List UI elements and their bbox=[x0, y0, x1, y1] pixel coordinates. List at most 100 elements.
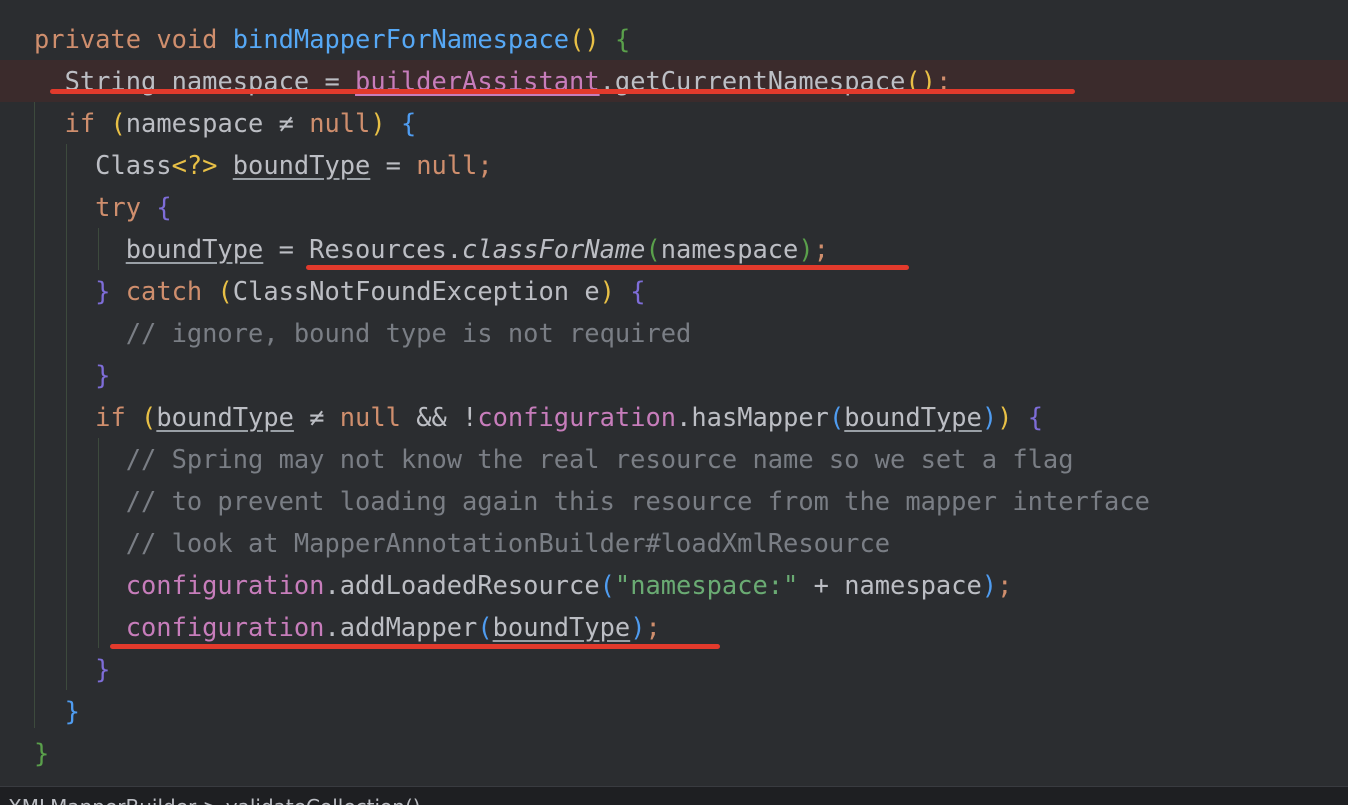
status-bar: XMLMapperBuilder > validateCollection() bbox=[0, 786, 1348, 805]
code-token: ClassNotFoundException e bbox=[232, 276, 600, 306]
code-line[interactable]: configuration.addMapper(boundType); bbox=[0, 606, 1348, 648]
code-editor[interactable]: private void bindMapperForNamespace() { … bbox=[0, 0, 1348, 786]
code-line[interactable]: } bbox=[0, 690, 1348, 732]
code-token: null bbox=[309, 108, 371, 138]
code-token: .addLoadedResource bbox=[324, 570, 600, 600]
code-line[interactable]: String namespace = builderAssistant.getC… bbox=[0, 60, 1348, 102]
code-token: configuration bbox=[477, 402, 677, 432]
code-token: Class bbox=[95, 150, 172, 180]
code-token: namespace bbox=[125, 108, 264, 138]
code-token: } bbox=[64, 696, 80, 726]
code-token: ( bbox=[599, 570, 615, 600]
code-token: ( bbox=[141, 402, 157, 432]
code-token: try bbox=[95, 192, 142, 222]
code-line[interactable]: } bbox=[0, 648, 1348, 690]
code-line[interactable]: boundType = Resources.classForName(names… bbox=[0, 228, 1348, 270]
code-token: ; bbox=[813, 234, 829, 264]
code-token: = bbox=[370, 150, 417, 180]
code-token: ( bbox=[477, 612, 493, 642]
code-token: if bbox=[95, 402, 126, 432]
indent-guide bbox=[34, 102, 35, 728]
code-token: { bbox=[1027, 402, 1044, 432]
code-token: } bbox=[34, 738, 50, 768]
red-underline-annotation bbox=[110, 644, 720, 649]
code-line[interactable]: // to prevent loading again this resourc… bbox=[0, 480, 1348, 522]
code-token: void bbox=[156, 24, 218, 54]
code-token: boundType bbox=[844, 402, 982, 432]
code-token: "namespace:" bbox=[614, 570, 799, 600]
code-token: // ignore, bound type is not required bbox=[125, 318, 692, 348]
code-token: classForName bbox=[462, 234, 646, 264]
code-token: null bbox=[339, 402, 401, 432]
code-line[interactable]: // ignore, bound type is not required bbox=[0, 312, 1348, 354]
code-token: configuration bbox=[125, 570, 325, 600]
code-token: ( bbox=[645, 234, 661, 264]
code-token: boundType bbox=[156, 402, 294, 432]
code-token: } bbox=[95, 360, 111, 390]
red-underline-annotation bbox=[50, 89, 1075, 94]
code-token: ≠ bbox=[263, 108, 310, 138]
code-token: + namespace bbox=[798, 570, 982, 600]
code-token: ) bbox=[981, 570, 998, 600]
code-token: } bbox=[95, 276, 111, 306]
code-line[interactable]: } bbox=[0, 732, 1348, 774]
code-line[interactable]: // Spring may not know the real resource… bbox=[0, 438, 1348, 480]
code-token: boundType bbox=[492, 612, 631, 642]
code-token: ) bbox=[630, 612, 646, 642]
code-token: () bbox=[569, 24, 600, 54]
code-token: ( bbox=[828, 402, 845, 432]
code-line[interactable]: if (boundType ≠ null && !configuration.h… bbox=[0, 396, 1348, 438]
code-token: ≠ bbox=[293, 402, 340, 432]
code-token: .hasMapper bbox=[676, 402, 829, 432]
code-token: // Spring may not know the real resource… bbox=[125, 444, 1074, 474]
code-token: bindMapperForNamespace bbox=[232, 24, 570, 54]
code-line[interactable]: Class<?> boundType = null; bbox=[0, 144, 1348, 186]
code-line[interactable]: } catch (ClassNotFoundException e) { bbox=[0, 270, 1348, 312]
code-token: catch bbox=[125, 276, 203, 306]
code-token: <?> bbox=[171, 150, 218, 180]
code-token: boundType bbox=[232, 150, 371, 180]
code-token: ) bbox=[370, 108, 386, 138]
code-line[interactable]: } bbox=[0, 354, 1348, 396]
code-token: boundType bbox=[125, 234, 264, 264]
code-line[interactable]: try { bbox=[0, 186, 1348, 228]
code-token: ; bbox=[477, 150, 493, 180]
code-token: ; bbox=[997, 570, 1013, 600]
red-underline-annotation bbox=[306, 265, 909, 270]
code-token: null bbox=[416, 150, 478, 180]
code-token: Resources. bbox=[309, 234, 463, 264]
code-token: if bbox=[64, 108, 96, 138]
code-token: // to prevent loading again this resourc… bbox=[125, 486, 1150, 516]
code-token: namespace bbox=[660, 234, 799, 264]
code-line[interactable]: private void bindMapperForNamespace() { bbox=[0, 18, 1348, 60]
code-line[interactable]: if (namespace ≠ null) { bbox=[0, 102, 1348, 144]
code-token: private bbox=[34, 24, 142, 54]
code-token: { bbox=[630, 276, 646, 306]
code-line[interactable]: // look at MapperAnnotationBuilder#loadX… bbox=[0, 522, 1348, 564]
code-line[interactable]: configuration.addLoadedResource("namespa… bbox=[0, 564, 1348, 606]
code-token: } bbox=[95, 654, 111, 684]
code-token: ) bbox=[997, 402, 1013, 432]
code-token: = bbox=[263, 234, 310, 264]
code-token: ) bbox=[981, 402, 998, 432]
